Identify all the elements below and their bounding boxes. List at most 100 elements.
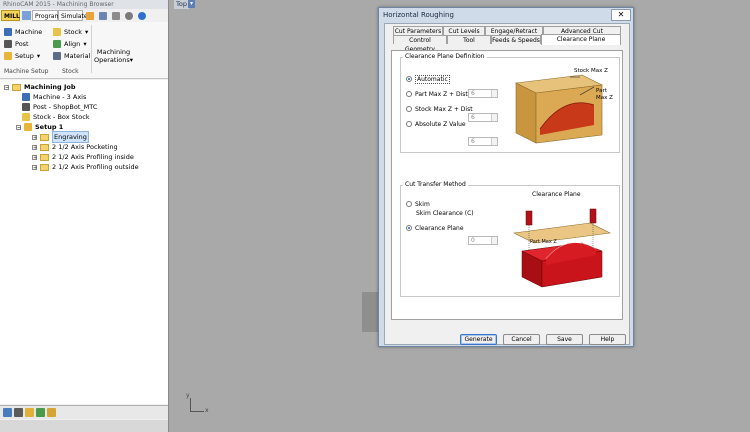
tab-feeds-speeds[interactable]: Feeds & Speeds: [491, 35, 541, 44]
radio-clearance-plane[interactable]: [406, 225, 412, 231]
stock-max-z-dist-input[interactable]: 6: [468, 113, 498, 122]
job-icon: [12, 83, 21, 91]
clearance-definition-legend: Clearance Plane Definition: [403, 53, 487, 60]
tree-item-machine[interactable]: Machine - 3 Axis: [22, 92, 86, 102]
y-axis-line: [190, 398, 191, 412]
tree-item-op[interactable]: +2 1/2 Axis Profiling outside: [32, 162, 139, 172]
option-absolute-z[interactable]: Absolute Z Value: [406, 119, 466, 129]
align-icon: [53, 40, 61, 48]
tab-cut-levels[interactable]: Cut Levels: [443, 26, 485, 35]
stock-part-illustration: [514, 74, 604, 144]
dialog-title: Horizontal Roughing: [383, 11, 454, 19]
help-button[interactable]: Help: [589, 334, 626, 345]
tab-program[interactable]: Program: [32, 10, 60, 21]
machine-icon: [22, 93, 30, 101]
stock-icon: [22, 113, 30, 121]
viewport-menu-arrow-icon[interactable]: ▾: [188, 0, 195, 8]
part-max-z-diagram-label: Part Max Z: [530, 239, 557, 245]
cancel-button[interactable]: Cancel: [503, 334, 540, 345]
tree-root[interactable]: − Machining Job: [4, 82, 76, 92]
help-icon[interactable]: [138, 12, 146, 20]
tab-cut-parameters[interactable]: Cut Parameters: [393, 26, 443, 35]
absolute-z-input[interactable]: 6: [468, 137, 498, 146]
quick-toolbar: [86, 12, 146, 20]
folder-icon: [40, 163, 49, 171]
generate-icon[interactable]: [25, 408, 34, 417]
skim-clearance-input[interactable]: 0: [468, 236, 498, 245]
tree-item-op[interactable]: + Engraving: [32, 131, 89, 143]
tab-engage-retract[interactable]: Engage/Retract: [485, 26, 543, 35]
option-part-max-z[interactable]: Part Max Z + Dist: [406, 89, 468, 99]
align-button[interactable]: Align ▾: [53, 38, 90, 50]
copy-icon[interactable]: [99, 12, 107, 20]
settings-icon[interactable]: [125, 12, 133, 20]
tree-item-op[interactable]: +2 1/2 Axis Pocketing: [32, 142, 118, 152]
horizontal-roughing-dialog: Horizontal Roughing ✕ Cut Parameters Cut…: [378, 7, 634, 347]
folder-icon: [40, 143, 49, 151]
clearance-plane-panel: Clearance Plane Definition Automatic Par…: [391, 50, 623, 320]
skim-clearance-label: Skim Clearance (C): [416, 210, 474, 217]
gear-orange-icon[interactable]: [86, 12, 94, 20]
max-z-label: Max Z: [596, 95, 613, 101]
toolpath-icon[interactable]: [3, 408, 12, 417]
status-strip: [0, 420, 168, 432]
expand-icon[interactable]: +: [32, 164, 37, 170]
post-button[interactable]: Post: [4, 38, 42, 50]
setup-icon: [24, 123, 32, 131]
group-label-stock: Stock: [62, 68, 79, 75]
material-button[interactable]: Material: [53, 50, 90, 62]
expand-icon[interactable]: +: [32, 144, 37, 150]
simulate-icon[interactable]: [36, 408, 45, 417]
machining-operations-button[interactable]: Machining Operations▾: [94, 48, 133, 64]
save-button[interactable]: Save: [546, 334, 583, 345]
clearance-plane-illustration: [512, 208, 612, 288]
part-label: Part: [596, 88, 607, 94]
group-label-machine-setup: Machine Setup: [4, 68, 49, 75]
stock-max-z-label: Stock Max Z: [574, 68, 608, 74]
setup-button[interactable]: Setup ▾: [4, 50, 42, 62]
tab-control-geometry[interactable]: Control Geometry: [393, 35, 447, 53]
viewport-label[interactable]: Top: [174, 0, 189, 9]
option-stock-max-z[interactable]: Stock Max Z + Dist: [406, 104, 473, 114]
browser-bottom-toolbar: [0, 405, 168, 419]
expand-icon[interactable]: +: [32, 154, 37, 160]
collapse-icon[interactable]: −: [4, 84, 9, 90]
radio-automatic[interactable]: [406, 76, 412, 82]
part-max-z-dist-input[interactable]: 6: [468, 89, 498, 98]
browser-title: RhinoCAM 2015 - Machining Browser: [0, 0, 168, 9]
option-skim[interactable]: Skim: [406, 199, 430, 209]
close-icon[interactable]: ✕: [611, 9, 631, 21]
tab-mill[interactable]: MILL: [1, 10, 20, 21]
generate-button[interactable]: Generate: [460, 334, 497, 345]
machine-button[interactable]: Machine: [4, 26, 42, 38]
collapse-icon[interactable]: −: [16, 124, 21, 130]
clearance-plane-diagram-label: Clearance Plane: [532, 191, 581, 198]
option-automatic[interactable]: Automatic: [406, 74, 450, 84]
viewport-object: [362, 292, 378, 332]
material-icon: [53, 52, 61, 60]
radio-skim[interactable]: [406, 201, 412, 207]
folder-icon: [40, 153, 49, 161]
ribbon: Machine Post Setup ▾ Stock ▾ Align ▾ Mat…: [0, 22, 168, 79]
tree-item-stock[interactable]: Stock - Box Stock: [22, 112, 90, 122]
tab-tool[interactable]: Tool: [447, 35, 491, 44]
expand-icon[interactable]: +: [32, 134, 37, 140]
y-axis-label: y: [186, 392, 190, 399]
tools-icon[interactable]: [112, 12, 120, 20]
setup-icon: [4, 52, 12, 60]
radio-absolute-z[interactable]: [406, 121, 412, 127]
machine-icon: [4, 28, 12, 36]
cut-transfer-diagram: Clearance Plane Part Max Z: [510, 189, 614, 293]
tab-clearance-plane[interactable]: Clearance Plane: [541, 34, 621, 45]
tree-item-post[interactable]: Post - ShopBot_MTC: [22, 102, 97, 112]
tab-simulate[interactable]: Simulate: [58, 10, 88, 21]
option-clearance-plane[interactable]: Clearance Plane: [406, 223, 464, 233]
ribbon-divider: [91, 25, 92, 73]
tree-item-op[interactable]: +2 1/2 Axis Profiling inside: [32, 152, 134, 162]
radio-stock-max-z[interactable]: [406, 106, 412, 112]
radio-part-max-z[interactable]: [406, 91, 412, 97]
x-axis-label: x: [205, 407, 209, 414]
stock-button[interactable]: Stock ▾: [53, 26, 90, 38]
post-icon[interactable]: [14, 408, 23, 417]
tool-icon[interactable]: [47, 408, 56, 417]
